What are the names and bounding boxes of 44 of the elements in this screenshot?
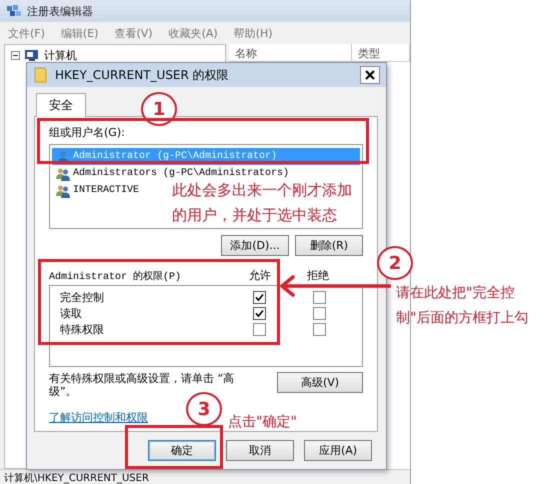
checkbox[interactable] (252, 322, 266, 336)
user-icon (56, 150, 70, 164)
dialog-button[interactable]: 确定 (148, 440, 216, 461)
checkbox[interactable] (312, 290, 326, 304)
collapse-icon[interactable] (11, 51, 20, 60)
registry-icon (6, 4, 22, 18)
permissions-label: Administrator 的权限(P) (49, 270, 182, 284)
menu-item[interactable]: 编辑(E) (60, 26, 98, 40)
column-header: 允许 (248, 268, 272, 284)
user-item[interactable]: Administrators (g-PC\Administrators) (52, 165, 294, 182)
close-button[interactable] (360, 66, 380, 84)
dialog-button[interactable]: 添加(D)... (221, 235, 289, 256)
users-label: 组或用户名(G): (49, 125, 126, 140)
checkbox[interactable] (252, 306, 266, 320)
checkbox[interactable] (312, 322, 326, 336)
permission-name: 完全控制 (59, 290, 105, 305)
menu-item[interactable]: 收藏夹(A) (168, 26, 218, 40)
tab[interactable]: 安全 (36, 93, 86, 117)
menu-item[interactable]: 查看(V) (114, 26, 153, 40)
dialog-button[interactable]: 删除(R) (295, 235, 363, 256)
annotation-text: 点击"确定" (228, 413, 297, 432)
menu-item[interactable]: 帮助(H) (234, 26, 273, 40)
permission-name: 特殊权限 (59, 322, 105, 337)
window-title: 注册表编辑器 (27, 4, 93, 18)
checkbox[interactable] (312, 306, 326, 320)
user-item[interactable]: INTERACTIVE (52, 182, 144, 199)
permission-name: 读取 (59, 306, 83, 321)
dialog-button[interactable]: 应用(A) (304, 440, 372, 461)
folder-icon (33, 67, 47, 83)
close-icon (365, 70, 375, 80)
advanced-button[interactable]: 高级(V) (277, 372, 363, 393)
dialog-button[interactable]: 取消 (226, 440, 294, 461)
annotation-text: 此处会多出来一个刚才添加的用户，并处于选中装态 (172, 180, 353, 226)
column-header: 拒绝 (306, 268, 330, 284)
users-icon (56, 166, 70, 180)
menu-item[interactable]: 文件(F) (8, 26, 45, 40)
annotation-text: 请在此处把"完全控制"后面的方框打上勾 (396, 284, 530, 328)
tree-item[interactable]: 计算机 (44, 48, 77, 63)
help-link[interactable]: 了解访问控制和权限 (49, 410, 148, 425)
dialog-title: HKEY_CURRENT_USER 的权限 (55, 66, 230, 84)
users-icon (56, 184, 70, 198)
checkbox[interactable] (252, 290, 266, 304)
status-text: 计算机\HKEY_CURRENT_USER (4, 473, 149, 484)
computer-icon (24, 49, 40, 62)
